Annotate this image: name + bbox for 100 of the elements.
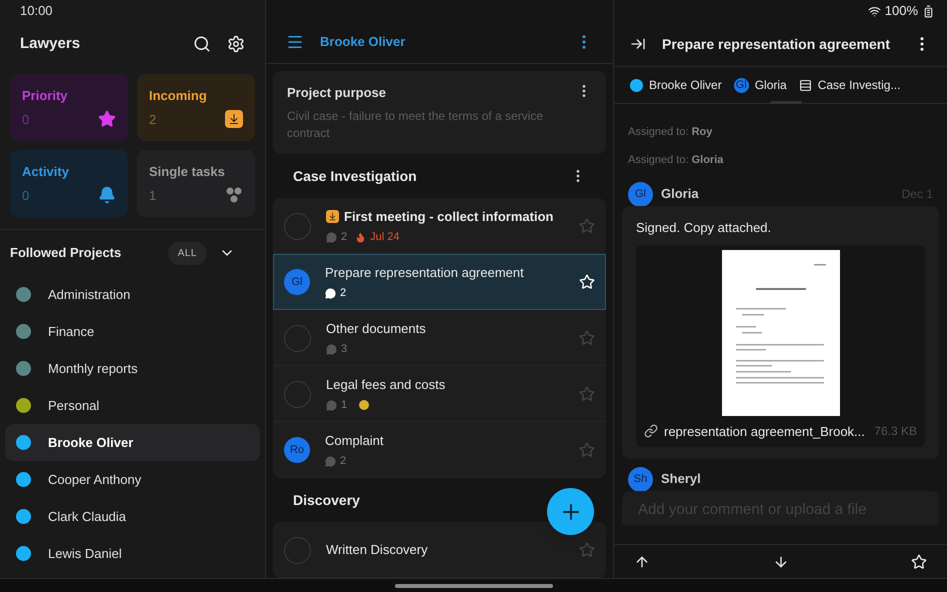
bell-icon [98,186,116,204]
task-detail-title: Prepare representation agreement [662,34,891,54]
battery-level: 100% [884,2,918,20]
app-title: Lawyers [20,34,82,54]
tile-label: Single tasks [149,163,226,181]
task-title: Legal fees and costs [326,376,446,394]
project-name: Cooper Anthony [48,470,142,489]
project-item[interactable]: Monthly reports [5,350,260,387]
comment-icon [326,400,337,411]
task-row[interactable]: Gl Prepare representation agreement 2 [273,254,606,310]
status-time: 10:00 [20,2,53,20]
breadcrumb[interactable]: Brooke Oliver [649,76,722,94]
comment-author: Gloria [661,185,700,204]
search-icon[interactable] [193,35,211,53]
breadcrumb[interactable]: Gloria [754,76,787,94]
star-icon [98,110,116,128]
avatar: Gl [734,78,749,92]
section-icon [798,78,812,92]
arrow-down-icon[interactable] [772,554,788,570]
filter-tile[interactable]: Single tasks 1 [137,150,255,217]
filter-tile[interactable]: Incoming 2 [137,74,255,141]
task-checkbox[interactable] [284,324,311,352]
project-item[interactable]: Administration [5,276,260,313]
comment-count: 3 [341,342,348,357]
task-row[interactable]: Legal fees and costs 1 [273,366,606,422]
attachment-size: 76.3 KB [874,423,917,440]
project-name: Personal [48,396,100,415]
section-title: Case Investigation [293,166,418,186]
comment-author: Sheryl [661,470,702,488]
comment-icon [326,232,337,243]
task-title: Prepare representation agreement [325,264,524,282]
comment-icon [326,344,337,355]
comment-count: 1 [341,398,348,413]
filter-tile[interactable]: Priority 0 [10,74,128,141]
project-name: Finance [48,322,94,341]
section-title: Discovery [293,490,361,510]
project-name: Monthly reports [48,360,138,378]
task-row[interactable]: Ro Complaint 2 [273,422,606,478]
purpose-text: Civil case - failure to meet the terms of a service contract [287,108,544,142]
avatar: Sh [628,466,653,492]
project-item[interactable]: Clark Claudia [5,498,260,535]
comment-icon [325,456,336,467]
comment-count: 2 [340,286,346,301]
task-title: First meeting - collect information [344,208,554,226]
inbox-icon [225,110,243,128]
tile-label: Incoming [149,87,208,105]
comment-text: Signed. Copy attached. [636,219,772,237]
flame-icon [355,232,366,243]
project-item[interactable]: Brooke Oliver [5,424,260,461]
project-name: Clark Claudia [48,508,126,526]
tile-label: Priority [22,87,69,105]
comment-count: 2 [340,454,346,469]
avatar: Gl [284,269,310,295]
avatar: Gl [628,182,653,206]
avatar: Ro [284,437,310,463]
activity-entry: Assigned to: Gloria [627,153,724,168]
battery-icon [922,4,935,18]
project-item[interactable]: Personal [5,387,260,424]
tile-label: Activity [22,163,70,181]
task-title: Other documents [326,320,426,338]
wifi-icon [868,4,881,18]
project-name: Administration [48,286,130,304]
star-icon[interactable] [579,218,595,234]
attachment-preview[interactable]: representation agreement_Brook... 76.3 KB [636,244,925,447]
settings-icon[interactable] [227,35,245,53]
tile-count: 1 [149,186,156,204]
task-checkbox[interactable] [284,536,311,564]
due-date: Jul 24 [370,230,400,245]
project-item[interactable]: Cooper Anthony [5,461,260,498]
activity-entry: Assigned to: Roy [627,125,714,140]
filter-tile[interactable]: Activity 0 [10,150,128,217]
task-row[interactable]: Other documents 3 [273,310,606,366]
dots-icon [225,186,243,204]
project-name: Lewis Daniel [48,544,122,563]
inbox-icon [326,210,339,223]
task-title: Written Discovery [326,541,428,560]
project-item[interactable]: Finance [5,313,260,350]
star-icon[interactable] [579,386,595,402]
task-checkbox[interactable] [284,380,311,408]
purpose-title: Project purpose [287,84,387,102]
task-checkbox[interactable] [284,212,311,240]
coin-icon [359,400,370,410]
star-icon[interactable] [579,442,595,458]
comment-count: 2 [341,230,348,245]
link-icon [644,424,658,438]
add-button[interactable] [547,488,594,535]
section-title: Followed Projects [10,244,122,262]
project-title: Brooke Oliver [320,33,406,52]
breadcrumb[interactable]: Case Investig... [818,76,900,94]
tile-count: 2 [149,110,156,128]
star-icon[interactable] [579,542,595,558]
comment-icon [325,288,336,299]
collapse-icon[interactable] [630,36,646,52]
project-item[interactable]: Lewis Daniel [5,535,260,572]
star-icon[interactable] [579,330,595,346]
task-title: Complaint [325,432,384,450]
tile-count: 0 [22,186,30,204]
project-name: Brooke Oliver [48,434,134,452]
filter-chip[interactable]: ALL [168,242,207,264]
home-indicator[interactable] [394,584,552,588]
